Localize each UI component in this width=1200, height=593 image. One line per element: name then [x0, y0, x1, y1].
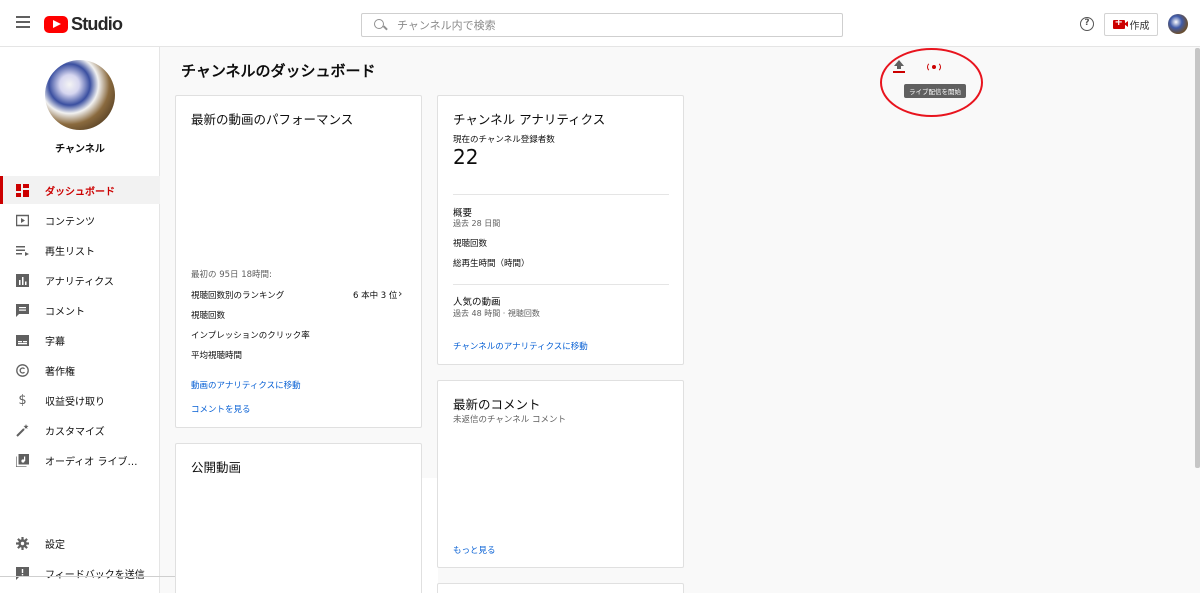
sidebar-item-label: フィードバックを送信	[45, 569, 145, 581]
content-icon	[15, 214, 30, 227]
playlist-icon	[16, 244, 29, 257]
sidebar-item-label: 著作権	[45, 366, 75, 378]
youtube-play-icon	[44, 15, 68, 33]
youtube-studio-logo[interactable]: Studio	[44, 13, 123, 34]
channel-name: チャンネル	[55, 144, 105, 155]
upload-icon[interactable]	[893, 60, 905, 73]
ranking-value[interactable]: 6 本中 3 位	[353, 289, 397, 301]
performance-period: 最初の 95日 18時間:	[191, 270, 272, 280]
analytics-icon	[16, 273, 29, 287]
go-live-tooltip: ライブ配信を開始	[904, 84, 966, 98]
subtitles-icon	[16, 334, 29, 347]
sidebar-item-label: カスタマイズ	[45, 426, 105, 438]
sidebar-item-analytics[interactable]: アナリティクス	[0, 266, 160, 294]
sidebar-item-dashboard[interactable]: ダッシュボード	[0, 176, 160, 204]
gear-icon	[16, 536, 29, 550]
sidebar-item-label: オーディオ ライブ…	[45, 456, 138, 468]
sidebar-item-content[interactable]: コンテンツ	[0, 206, 160, 234]
summary-title: 概要	[453, 208, 473, 219]
metric-views: 視聴回数	[191, 311, 226, 321]
divider	[0, 576, 184, 577]
audio-library-icon	[15, 453, 29, 468]
account-avatar[interactable]	[1168, 14, 1188, 34]
sidebar-item-label: 設定	[45, 539, 65, 551]
subscribers-label: 現在のチャンネル登録者数	[453, 135, 555, 145]
published-videos-card: 公開動画	[175, 443, 422, 593]
summary-views: 視聴回数	[453, 239, 488, 249]
sidebar-item-customize[interactable]: カスタマイズ	[0, 416, 160, 444]
video-performance-card: 最新の動画のパフォーマンス 最初の 95日 18時間: 視聴回数別のランキング …	[175, 95, 422, 428]
sidebar-item-monetization[interactable]: $ 収益受け取り	[0, 386, 160, 414]
video-camera-plus-icon	[1112, 17, 1128, 29]
sidebar-item-comments[interactable]: コメント	[0, 296, 160, 324]
scrollbar[interactable]	[1195, 48, 1200, 468]
subscriber-count: 22	[453, 145, 479, 169]
latest-comments-card: 最新のコメント 未返信のチャンネル コメント もっと見る	[437, 380, 684, 568]
sidebar: チャンネル ダッシュボード コンテンツ 再生リスト アナリティクス コメント 字	[0, 47, 184, 593]
sidebar-item-settings[interactable]: 設定	[0, 529, 160, 557]
metric-avg-view-duration: 平均視聴時間	[191, 351, 243, 361]
video-analytics-link[interactable]: 動画のアナリティクスに移動	[191, 379, 301, 391]
card-title: 公開動画	[191, 460, 242, 475]
more-comments-link[interactable]: もっと見る	[453, 544, 496, 556]
top-header: Studio ? 作成	[0, 0, 1200, 47]
help-icon[interactable]: ?	[1080, 17, 1094, 31]
go-live-icon[interactable]	[925, 61, 943, 73]
card-title: 最新の動画のパフォーマンス	[191, 112, 354, 127]
sidebar-item-label: コンテンツ	[45, 216, 95, 228]
ranking-label: 視聴回数別のランキング	[191, 291, 285, 301]
sidebar-item-label: 収益受け取り	[45, 396, 105, 408]
search-icon	[374, 18, 387, 32]
sidebar-item-subtitles[interactable]: 字幕	[0, 326, 160, 354]
sidebar-item-label: コメント	[45, 306, 85, 318]
metric-ctr: インプレッションのクリック率	[191, 331, 310, 341]
logo-text: Studio	[71, 13, 123, 34]
blank-area	[422, 478, 438, 593]
sidebar-item-label: 再生リスト	[45, 246, 95, 258]
sidebar-item-label: 字幕	[45, 336, 65, 348]
sidebar-item-playlists[interactable]: 再生リスト	[0, 236, 160, 264]
search-box[interactable]	[361, 13, 843, 37]
create-button[interactable]: 作成	[1104, 13, 1158, 36]
card-title: 最新のコメント	[453, 397, 541, 412]
card-title: チャンネル アナリティクス	[453, 112, 606, 127]
next-card	[437, 583, 684, 593]
channel-analytics-link[interactable]: チャンネルのアナリティクスに移動	[453, 340, 588, 352]
summary-period: 過去 28 日間	[453, 219, 501, 228]
summary-watch-time: 総再生時間（時間）	[453, 259, 530, 269]
feedback-icon	[16, 566, 29, 580]
sidebar-item-feedback[interactable]: フィードバックを送信	[0, 559, 160, 587]
sidebar-item-label: ダッシュボード	[45, 186, 115, 198]
page-title: チャンネルのダッシュボード	[181, 62, 376, 80]
magic-wand-icon	[16, 423, 29, 437]
sidebar-item-label: アナリティクス	[45, 276, 114, 288]
create-label: 作成	[1129, 21, 1150, 32]
chevron-right-icon[interactable]: ›	[398, 287, 402, 300]
red-annotation-circle	[880, 48, 983, 117]
menu-icon[interactable]	[16, 16, 30, 28]
channel-analytics-card: チャンネル アナリティクス 現在のチャンネル登録者数 22 概要 過去 28 日…	[437, 95, 684, 365]
search-input[interactable]	[397, 18, 827, 32]
dashboard-icon	[16, 183, 29, 197]
top-videos-title: 人気の動画	[453, 297, 501, 308]
channel-avatar[interactable]	[45, 60, 115, 130]
divider	[453, 194, 669, 195]
dollar-icon: $	[18, 392, 27, 408]
view-comments-link[interactable]: コメントを見る	[191, 403, 251, 415]
sidebar-item-audio-library[interactable]: オーディオ ライブ…	[0, 446, 160, 474]
comments-subtitle: 未返信のチャンネル コメント	[453, 415, 566, 425]
top-videos-period: 過去 48 時間 · 視聴回数	[453, 309, 540, 318]
divider	[453, 284, 669, 285]
sidebar-item-copyright[interactable]: 著作権	[0, 356, 160, 384]
comment-icon	[16, 303, 29, 317]
copyright-icon	[16, 363, 29, 377]
